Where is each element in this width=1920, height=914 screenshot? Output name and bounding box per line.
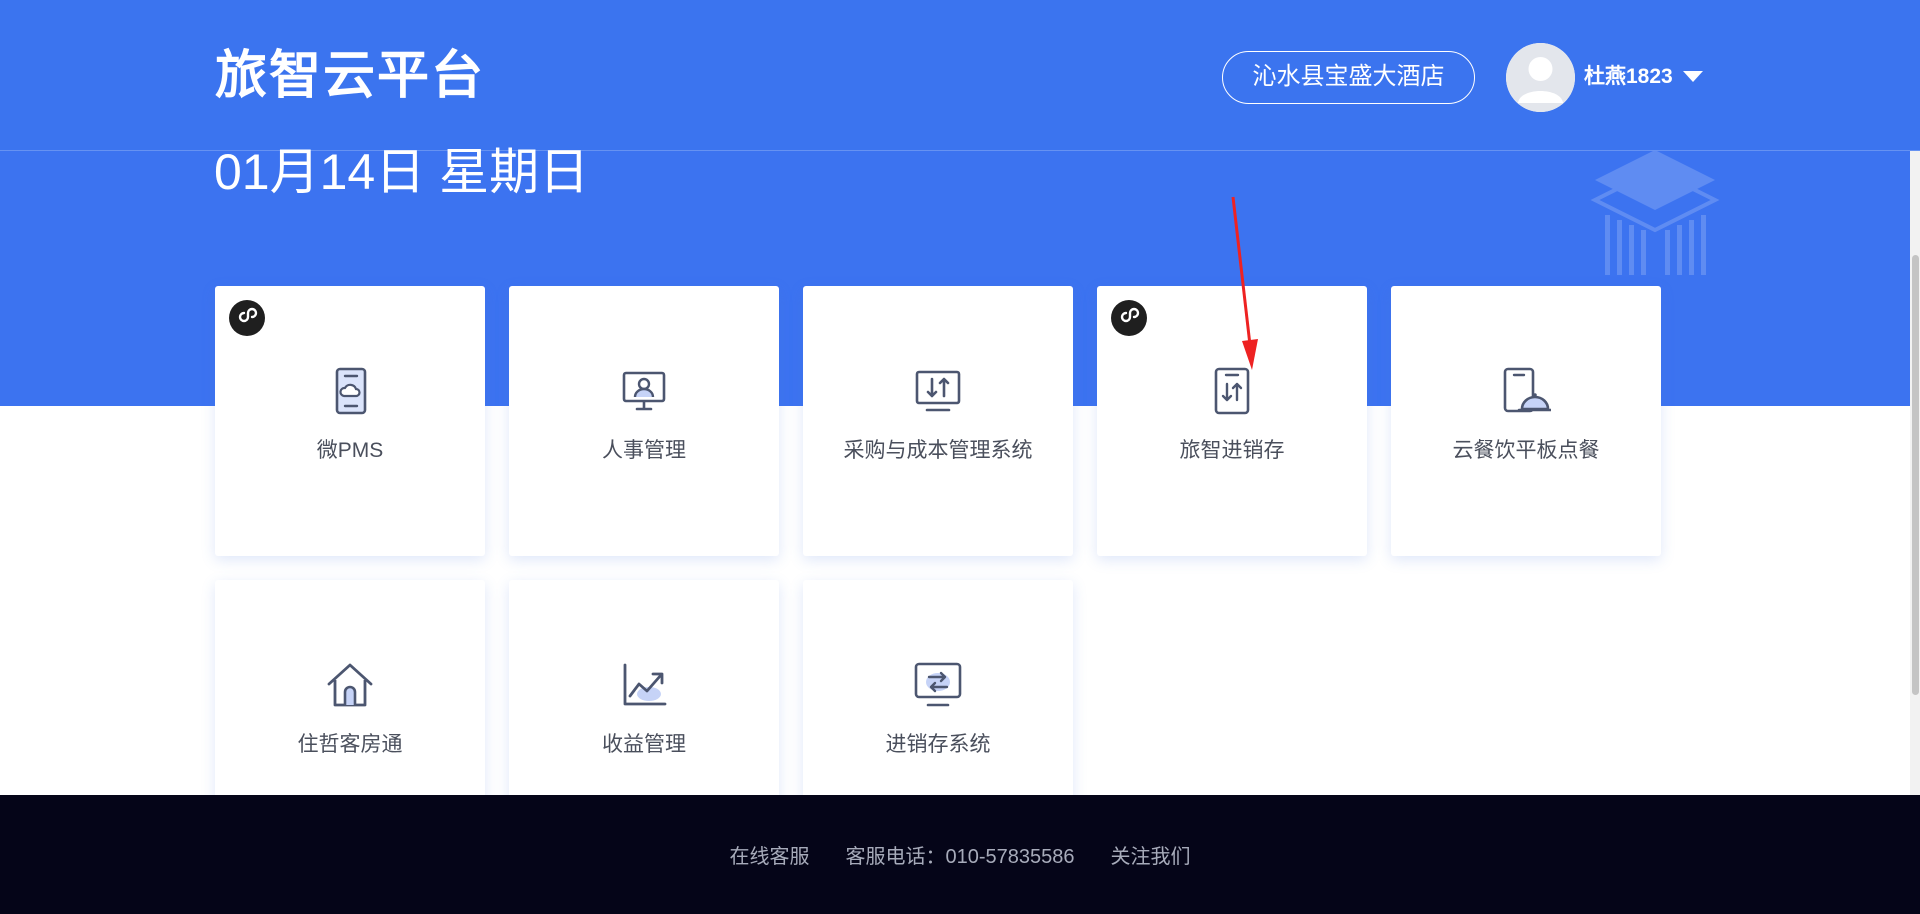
app-card-label: 收益管理 [602,733,686,756]
scrollbar-thumb[interactable] [1912,255,1919,695]
app-card-label: 人事管理 [602,439,686,462]
app-card-label: 旅智进销存 [1179,439,1285,462]
user-silhouette-icon [1506,43,1575,112]
miniprogram-badge-icon [229,300,265,336]
building-decoration-icon [1590,150,1720,275]
app-card-procurement-cost[interactable]: 采购与成本管理系统 [803,286,1073,556]
user-avatar[interactable] [1506,43,1575,112]
app-card-label: 微PMS [316,439,384,462]
username[interactable]: 杜燕1823 [1584,62,1673,92]
current-date: 01月14日 星期日 [214,144,590,200]
app-card-label: 进销存系统 [885,733,991,756]
footer-link-online-service[interactable]: 在线客服 [729,840,809,869]
footer-link-service-phone[interactable]: 客服电话：010-57835586 [845,840,1074,869]
monitor-transfer-icon [915,370,961,412]
hotel-switch-button[interactable]: 沁水县宝盛大酒店 [1222,51,1475,104]
tablet-cloche-icon [1503,367,1551,413]
line-chart-icon [623,663,667,706]
top-header: 旅智云平台 沁水县宝盛大酒店 杜燕1823 [0,0,1920,151]
monitor-refresh-icon [914,662,962,707]
monitor-person-icon [622,371,666,411]
page-footer: 在线客服 客服电话：010-57835586 关注我们 [0,795,1920,914]
app-card-label: 云餐饮平板点餐 [1452,439,1600,462]
miniprogram-badge-icon [1111,300,1147,336]
platform-logo[interactable]: 旅智云平台 [215,44,485,108]
mobile-cloud-icon [335,367,367,415]
app-card-hr[interactable]: 人事管理 [509,286,779,556]
footer-link-follow-us[interactable]: 关注我们 [1111,840,1191,869]
app-card-wei-pms[interactable]: 微PMS [215,286,485,556]
app-card-label: 采购与成本管理系统 [843,439,1033,462]
red-annotation-arrow [1231,196,1258,370]
user-menu-caret-icon[interactable] [1683,71,1703,82]
app-card-label: 住哲客房通 [297,733,403,756]
footer-links: 在线客服 客服电话：010-57835586 关注我们 [0,795,1920,914]
app-card-cloud-dining[interactable]: 云餐饮平板点餐 [1391,286,1661,556]
page: 旅智云平台 沁水县宝盛大酒店 杜燕1823 01月14日 星期日 微PMS 人事… [0,0,1920,914]
house-icon [327,663,373,707]
